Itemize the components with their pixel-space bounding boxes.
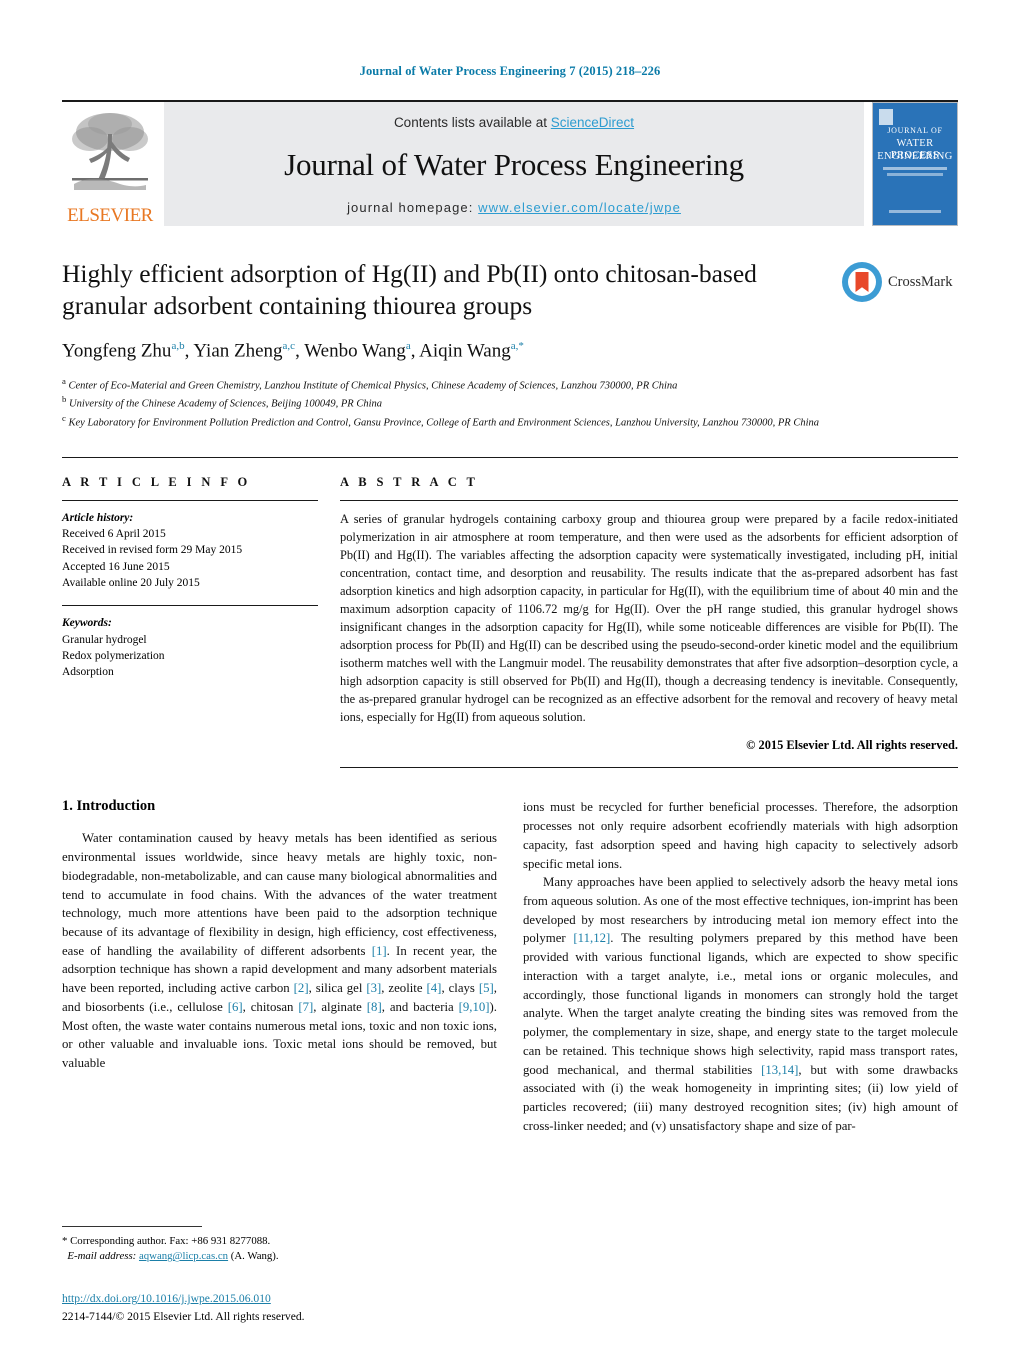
abstract-rule bbox=[340, 499, 958, 501]
paragraph: ions must be recycled for further benefi… bbox=[523, 800, 958, 871]
affiliation-text: University of the Chinese Academy of Sci… bbox=[69, 398, 382, 410]
affiliation-item: b University of the Chinese Academy of S… bbox=[62, 393, 862, 412]
title-texts: Highly efficient adsorption of Hg(II) an… bbox=[62, 258, 842, 363]
paragraph: Water contamination caused by heavy meta… bbox=[62, 831, 498, 1071]
journal-cover-thumbnail: JOURNAL OF WATER PROCESS ENGINEERING bbox=[872, 102, 958, 226]
journal-masthead: ELSEVIER Contents lists available at Sci… bbox=[62, 100, 958, 226]
title-block: Highly efficient adsorption of Hg(II) an… bbox=[62, 258, 958, 363]
article-history-label: Article history: bbox=[62, 511, 134, 524]
masthead-center: Contents lists available at ScienceDirec… bbox=[164, 102, 864, 226]
elsevier-wordmark: ELSEVIER bbox=[67, 206, 153, 226]
cover-title-line-3: ENGINEERING bbox=[877, 151, 953, 162]
history-item: Received in revised form 29 May 2015 bbox=[62, 544, 243, 557]
email-suffix: (A. Wang). bbox=[228, 1250, 279, 1263]
sciencedirect-link[interactable]: ScienceDirect bbox=[551, 115, 634, 130]
elsevier-logo: ELSEVIER bbox=[62, 102, 158, 226]
affiliation-mark: b bbox=[62, 394, 67, 405]
info-abstract-section: A R T I C L E I N F O Article history: R… bbox=[62, 456, 958, 769]
article-history-block: Article history: Received 6 April 2015 R… bbox=[62, 510, 318, 592]
keywords-block: Keywords: Granular hydrogel Redox polyme… bbox=[62, 605, 318, 680]
affiliation-mark: a bbox=[62, 375, 66, 386]
keywords-rule bbox=[62, 605, 318, 607]
abstract-bottom-rule bbox=[340, 767, 958, 769]
affiliation-text: Center of Eco-Material and Green Chemist… bbox=[68, 380, 678, 392]
crossmark-badge[interactable]: CrossMark bbox=[842, 258, 958, 302]
journal-homepage-line: journal homepage: www.elsevier.com/locat… bbox=[164, 200, 864, 215]
email-line: E-mail address: aqwang@licp.cas.cn (A. W… bbox=[62, 1249, 492, 1265]
journal-title: Journal of Water Process Engineering bbox=[284, 147, 744, 182]
elsevier-tree-icon bbox=[64, 106, 156, 198]
keyword-item: Redox polymerization bbox=[62, 650, 165, 663]
article-info-rule bbox=[62, 499, 318, 501]
body-columns: 1. Introduction Water contamination caus… bbox=[62, 798, 958, 1135]
cover-footer-bar bbox=[889, 210, 941, 213]
keyword-item: Adsorption bbox=[62, 666, 114, 679]
running-head: Journal of Water Process Engineering 7 (… bbox=[359, 64, 661, 78]
body-column-right: ions must be recycled for further benefi… bbox=[523, 798, 958, 1135]
keyword-item: Granular hydrogel bbox=[62, 633, 147, 646]
article-info-column: A R T I C L E I N F O Article history: R… bbox=[62, 475, 318, 769]
cover-publisher-icon bbox=[879, 109, 893, 125]
abstract-copyright: © 2015 Elsevier Ltd. All rights reserved… bbox=[746, 738, 958, 753]
affiliation-item: c Key Laboratory for Environment Polluti… bbox=[62, 412, 862, 431]
author-list: Yongfeng Zhua,b, Yian Zhenga,c, Wenbo Wa… bbox=[62, 340, 524, 362]
cover-divider-1 bbox=[883, 167, 947, 170]
homepage-prefix: journal homepage: bbox=[347, 200, 479, 215]
keywords-label: Keywords: bbox=[62, 617, 112, 630]
email-link[interactable]: aqwang@licp.cas.cn bbox=[139, 1250, 228, 1262]
issn-copyright-line: 2214-7144/© 2015 Elsevier Ltd. All right… bbox=[62, 1309, 305, 1323]
affiliation-mark: c bbox=[62, 413, 66, 424]
email-label: E-mail address: bbox=[67, 1250, 137, 1263]
history-item: Accepted 16 June 2015 bbox=[62, 560, 170, 573]
paragraph: Many approaches have been applied to sel… bbox=[523, 875, 958, 1133]
abstract-column: A B S T R A C T A series of granular hyd… bbox=[340, 475, 958, 769]
contents-available-line: Contents lists available at ScienceDirec… bbox=[164, 115, 864, 130]
abstract-heading: A B S T R A C T bbox=[340, 474, 479, 489]
crossmark-label: CrossMark bbox=[888, 273, 953, 290]
article-page: Journal of Water Process Engineering 7 (… bbox=[0, 0, 1020, 1351]
section-title-introduction: 1. Introduction bbox=[62, 798, 156, 815]
contents-prefix: Contents lists available at bbox=[393, 115, 551, 130]
cover-title-line-1: JOURNAL OF bbox=[887, 126, 943, 135]
journal-homepage-link[interactable]: www.elsevier.com/locate/jwpe bbox=[478, 200, 681, 215]
doi-link[interactable]: http://dx.doi.org/10.1016/j.jwpe.2015.06… bbox=[62, 1292, 271, 1305]
affiliation-list: a Center of Eco-Material and Green Chemi… bbox=[62, 375, 862, 431]
history-item: Available online 20 July 2015 bbox=[62, 577, 200, 590]
corresponding-author-footnote: * Corresponding author. Fax: +86 931 827… bbox=[62, 1225, 492, 1265]
keywords-list: Keywords: Granular hydrogel Redox polyme… bbox=[62, 615, 318, 680]
footnote-rule bbox=[62, 1225, 202, 1227]
article-info-heading: A R T I C L E I N F O bbox=[62, 474, 251, 489]
corresponding-author-line: * Corresponding author. Fax: +86 931 827… bbox=[62, 1234, 271, 1247]
doi-block: http://dx.doi.org/10.1016/j.jwpe.2015.06… bbox=[62, 1290, 305, 1325]
crossmark-icon bbox=[842, 262, 882, 302]
abstract-text: A series of granular hydrogels containin… bbox=[340, 511, 958, 725]
affiliation-text: Key Laboratory for Environment Pollution… bbox=[68, 417, 820, 429]
body-column-left: 1. Introduction Water contamination caus… bbox=[62, 798, 497, 1135]
history-item: Received 6 April 2015 bbox=[62, 528, 166, 541]
affiliation-item: a Center of Eco-Material and Green Chemi… bbox=[62, 375, 862, 394]
cover-divider-2 bbox=[887, 173, 943, 176]
page-title: Highly efficient adsorption of Hg(II) an… bbox=[62, 259, 757, 321]
